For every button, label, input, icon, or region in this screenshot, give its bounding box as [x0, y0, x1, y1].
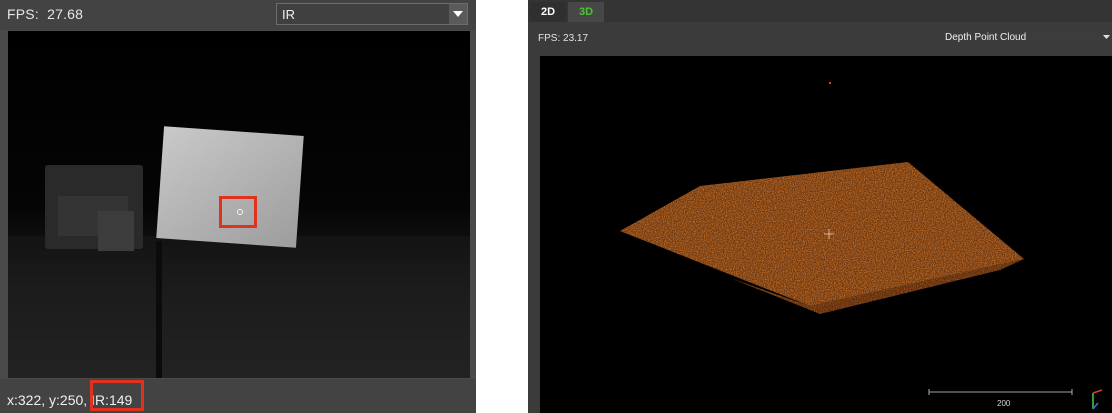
- ir-target-board: [156, 126, 304, 248]
- stream-type-dropdown[interactable]: IR: [276, 3, 468, 25]
- scale-bar: [928, 389, 1073, 395]
- ir-background-box: [98, 211, 134, 251]
- tab-3d[interactable]: 3D: [568, 2, 604, 22]
- point-cloud-surface: [620, 162, 1024, 314]
- ir-viewer-toolbar: FPS: 27.68 IR: [0, 0, 476, 30]
- ir-image-view[interactable]: [8, 31, 470, 378]
- stream-type-value: IR: [282, 7, 295, 22]
- ir-value-highlight: [90, 380, 144, 411]
- stray-point: [828, 81, 832, 85]
- chevron-down-icon[interactable]: [449, 4, 467, 24]
- view-mode-value: Depth Point Cloud: [945, 32, 1027, 43]
- tab-2d[interactable]: 2D: [530, 2, 566, 22]
- scale-bar-label: 200: [997, 399, 1011, 408]
- chevron-down-icon[interactable]: [1103, 35, 1110, 39]
- pixel-cursor-icon: [237, 209, 243, 215]
- point-cloud-canvas[interactable]: 200: [540, 56, 1112, 413]
- fps-readout-3d: FPS: 23.17: [538, 33, 589, 44]
- ir-board-stand: [156, 241, 162, 378]
- pixel-cursor-highlight: [219, 196, 257, 228]
- ir-viewer-panel: FPS: 27.68 IR x:322, y:250, IR:149: [0, 0, 476, 413]
- fps-readout: FPS: 27.68: [7, 6, 84, 22]
- ir-floor: [8, 236, 470, 378]
- point-cloud-panel: 2D 3D FPS: 23.17 Depth Point Cloud 200: [528, 0, 1112, 413]
- view-tabs: 2D 3D: [528, 0, 1112, 22]
- view-mode-dropdown[interactable]: Depth Point Cloud: [942, 30, 1112, 46]
- axis-gizmo-icon: [1092, 389, 1103, 410]
